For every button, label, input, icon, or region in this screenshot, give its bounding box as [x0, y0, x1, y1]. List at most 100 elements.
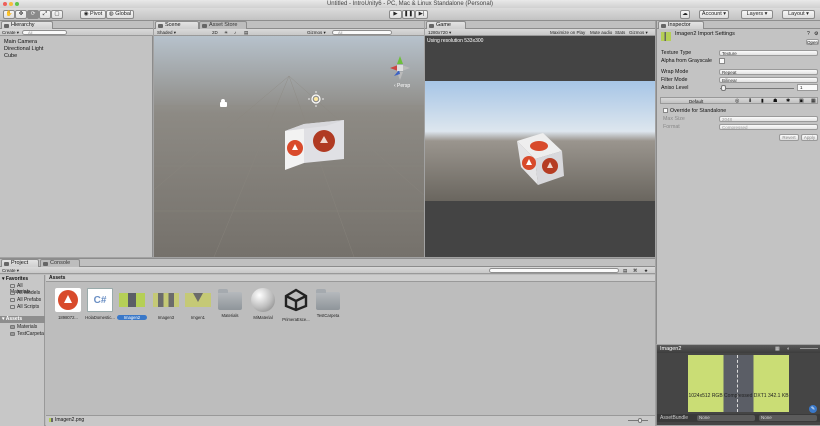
settings-gear-icon[interactable]: ⚙ — [814, 31, 818, 37]
audio-icon[interactable]: ♪ — [234, 30, 236, 35]
hierarchy-create-button[interactable]: Create ▾ — [2, 30, 19, 35]
favorite-item[interactable]: All Prefabs — [10, 297, 41, 303]
scene-gizmos-dropdown[interactable]: Gizmos ▾ — [307, 30, 326, 35]
xbox-platform-icon[interactable]: ▦ — [811, 98, 816, 104]
maximize-on-play-toggle[interactable]: Maximize on Play — [550, 30, 585, 35]
rotate-tool-button[interactable]: ⟳ — [27, 10, 39, 19]
project-search-input[interactable] — [489, 268, 619, 273]
minimize-window-icon[interactable] — [9, 2, 13, 6]
texture-type-dropdown[interactable]: Texture — [719, 50, 818, 56]
favorite-star-icon[interactable]: ★ — [644, 268, 648, 273]
preview-cursor-icon[interactable]: ✎ — [809, 405, 817, 413]
scale-tool-button[interactable]: ⤢ — [39, 10, 51, 19]
asset-item[interactable]: MiMaterial — [248, 288, 278, 320]
assets-root-item[interactable]: ▾ Assets — [0, 316, 45, 323]
move-tool-button[interactable]: ✥ — [15, 10, 27, 19]
revert-button[interactable]: Revert — [779, 134, 799, 141]
preview-alpha-icon[interactable]: ◐ — [787, 346, 790, 352]
mute-audio-toggle[interactable]: Mute audio — [590, 30, 612, 35]
tab-asset-store[interactable]: Asset Store — [199, 21, 247, 29]
asset-item[interactable]: TestCarpeta — [313, 288, 343, 318]
alpha-from-grayscale-checkbox[interactable] — [719, 58, 725, 64]
lighting-icon[interactable]: ☀ — [224, 30, 228, 35]
pivot-button[interactable]: ◉ Pivot — [80, 10, 106, 19]
bb-platform-icon[interactable]: ✱ — [786, 98, 790, 104]
asset-item[interactable]: Imgen1 — [183, 288, 213, 320]
web-platform-icon[interactable]: ◎ — [735, 98, 739, 104]
hierarchy-item[interactable]: Cube — [4, 53, 17, 59]
resolution-dropdown[interactable]: 1280x720 ▾ — [428, 30, 451, 35]
project-create-button[interactable]: Create ▾ — [2, 268, 19, 273]
max-size-dropdown[interactable]: 2048 — [719, 116, 818, 122]
format-dropdown[interactable]: Compressed — [719, 124, 818, 130]
preview-channels-icon[interactable]: ▦ — [775, 346, 780, 352]
asset-label: Imgen1 — [191, 315, 205, 320]
step-button[interactable]: ▶| — [415, 10, 428, 19]
wrap-mode-dropdown[interactable]: Repeat — [719, 69, 818, 75]
hierarchy-search-input[interactable]: All — [22, 30, 67, 35]
ios-platform-icon[interactable]: ▮ — [761, 98, 764, 104]
layout-dropdown[interactable]: Layout ▾ — [782, 10, 815, 19]
format-value: Compressed — [722, 125, 748, 130]
breadcrumb-assets[interactable]: Assets — [49, 275, 65, 281]
inspector-tabbar: Inspector — [657, 21, 820, 29]
favorite-item[interactable]: All Scripts — [10, 304, 39, 310]
csharp-script-icon: C# — [87, 288, 113, 312]
close-window-icon[interactable] — [3, 2, 7, 6]
global-button[interactable]: ◍ Global — [106, 10, 134, 19]
asset-item[interactable]: Materials — [215, 288, 245, 318]
layers-dropdown[interactable]: Layers ▾ — [741, 10, 773, 19]
aniso-level-field[interactable]: 1 — [797, 84, 818, 91]
asset-folder-item[interactable]: Materials — [10, 324, 37, 330]
asset-item[interactable]: Imagen2 — [117, 288, 147, 320]
apply-button[interactable]: Apply — [801, 134, 818, 141]
favorite-item[interactable]: All Models — [10, 290, 40, 296]
game-gizmos-dropdown[interactable]: Gizmos ▾ — [629, 30, 648, 35]
assetbundle-variant-dropdown[interactable]: None — [759, 415, 817, 421]
filter-mode-dropdown[interactable]: Bilinear — [719, 77, 818, 83]
preview-zoom-slider[interactable] — [800, 348, 818, 349]
aniso-slider-track[interactable] — [720, 88, 794, 89]
stats-toggle[interactable]: Stats — [615, 30, 625, 35]
tab-hierarchy[interactable]: Hierarchy — [1, 21, 53, 29]
open-button[interactable]: Open — [806, 39, 819, 45]
zoom-window-icon[interactable] — [15, 2, 19, 6]
scene-viewport[interactable]: ‹ Persp — [154, 36, 424, 257]
tab-inspector[interactable]: Inspector — [658, 21, 704, 29]
assetbundle-dropdown[interactable]: None — [697, 415, 755, 421]
tab-scene[interactable]: Scene — [155, 21, 199, 29]
filter-type-icon[interactable]: ▤ — [623, 268, 627, 273]
2d-toggle[interactable]: 2D — [212, 30, 218, 35]
asset-folder-item[interactable]: TestCarpeta — [10, 331, 44, 337]
play-button[interactable]: ▶ — [389, 10, 402, 19]
hierarchy-item[interactable]: Directional Light — [4, 46, 43, 52]
override-standalone-checkbox[interactable] — [663, 108, 668, 113]
scene-search-input[interactable]: All — [332, 30, 392, 35]
filter-label-icon[interactable]: ⌘ — [633, 268, 638, 273]
cloud-button[interactable]: ☁ — [680, 10, 690, 19]
shading-dropdown[interactable]: Shaded ▾ — [157, 30, 176, 35]
tab-default-platform[interactable]: Default — [689, 99, 703, 104]
asset-item[interactable]: C# HolaDomestic... — [85, 288, 115, 320]
game-viewport[interactable] — [425, 81, 655, 201]
hierarchy-item[interactable]: Main Camera — [4, 39, 37, 45]
aniso-slider-handle[interactable] — [721, 85, 726, 91]
favorites-header[interactable]: ▾ Favorites — [2, 276, 28, 282]
rect-tool-button[interactable]: ▢ — [51, 10, 63, 19]
persp-label[interactable]: ‹ Persp — [394, 83, 410, 89]
tab-project[interactable]: Project — [1, 259, 39, 267]
effects-icon[interactable]: ▤ — [244, 30, 248, 35]
tab-console[interactable]: Console — [40, 259, 80, 267]
asset-item[interactable]: 1898072... — [53, 288, 83, 320]
pause-button[interactable]: ❚❚ — [402, 10, 415, 19]
tizen-platform-icon[interactable]: ▣ — [799, 98, 804, 104]
help-icon[interactable]: ? — [807, 31, 810, 37]
thumbnail-size-handle[interactable] — [638, 418, 642, 423]
asset-item[interactable]: PrimeraEsce... — [281, 288, 311, 322]
hand-tool-button[interactable]: ✋ — [3, 10, 15, 19]
tab-game[interactable]: Game — [426, 21, 466, 29]
account-dropdown[interactable]: Account ▾ — [699, 10, 729, 19]
standalone-platform-icon[interactable]: ⬇ — [748, 98, 752, 104]
asset-item[interactable]: Imagen3 — [151, 288, 181, 320]
android-platform-icon[interactable]: ☗ — [773, 98, 777, 104]
